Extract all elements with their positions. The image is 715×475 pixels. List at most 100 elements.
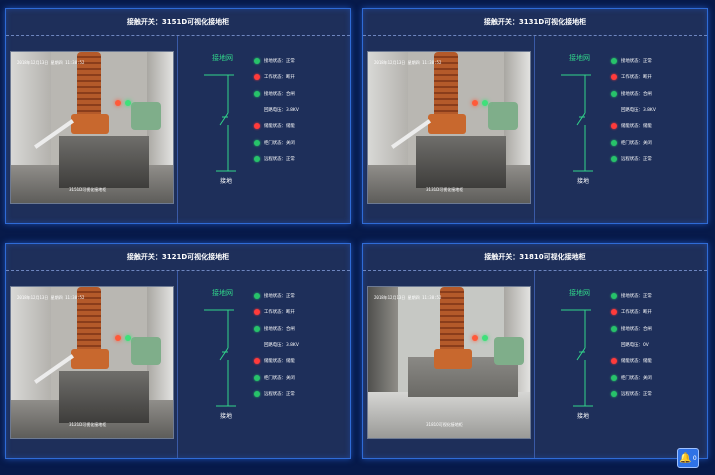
status-item: 回路电压：3.8KV <box>621 108 656 114</box>
camera-feed[interactable]: 2018年12月13日 星期四 11:38:52 31810可视化接地柜 <box>367 286 531 439</box>
status-item: 回路电压：0V <box>621 343 649 349</box>
red-indicator-light <box>472 335 478 341</box>
status-list: 接地状态：正常 工作状态：断开 接地状态：合闸 回路电压：3.8KV 储能状态：… <box>254 288 350 402</box>
status-item: 工作状态：断开 <box>611 304 707 320</box>
bell-icon: 🔔 <box>679 452 692 464</box>
green-dot-icon <box>254 139 260 146</box>
status-item: 远程状态：正常 <box>254 386 350 402</box>
status-item: 柜门状态：关闭 <box>611 369 707 385</box>
camera-caption: 3121D可视化接地柜 <box>69 422 107 427</box>
panel-vertical-divider <box>534 271 535 458</box>
green-indicator-light <box>125 100 131 106</box>
green-dot-icon <box>254 293 260 300</box>
status-item: 储能状态：储能 <box>254 118 350 134</box>
panel-vertical-divider <box>534 36 535 223</box>
status-item: 回路电压：3.8KV <box>264 343 299 349</box>
diagram-top-label: 接地网 <box>212 54 233 62</box>
panel-title: 接触开关：31810可视化接地柜 <box>484 253 586 261</box>
status-item: 接地状态：正常 <box>254 53 350 69</box>
panel-title: 接触开关：3151D可视化接地柜 <box>126 18 230 26</box>
panel-vertical-divider <box>177 36 178 223</box>
green-dot-icon <box>254 155 260 162</box>
green-indicator-light <box>482 335 488 341</box>
camera-timestamp: 2018年12月13日 星期四 11:38:52 <box>17 60 85 65</box>
red-dot-icon <box>611 358 617 365</box>
diagram-bottom-label: 接地 <box>220 178 233 185</box>
grounding-switch-diagram: 接地网 接地 <box>202 53 236 185</box>
status-item: 接地状态：正常 <box>611 288 707 304</box>
red-indicator-light <box>472 100 478 106</box>
status-list: 接地状态：正常 工作状态：断开 接地状态：合闸 回路电压：3.8KV 储能状态：… <box>254 53 350 167</box>
status-item: 远程状态：正常 <box>611 386 707 402</box>
camera-feed[interactable]: 2018年12月13日 星期四 11:38:52 3131D可视化接地柜 <box>367 51 531 204</box>
status-item: 工作状态：断开 <box>254 69 350 85</box>
panel-title: 接触开关：3121D可视化接地柜 <box>126 253 230 261</box>
green-dot-icon <box>611 139 617 146</box>
cabinet-panel-3: 接触开关：3121D可视化接地柜 2018年12月13日 星期四 11:38:5… <box>5 243 351 459</box>
grounding-switch-diagram: 接地网 接地 <box>202 288 236 420</box>
camera-feed[interactable]: 2018年12月13日 星期四 11:38:52 3151D可视化接地柜 <box>10 51 174 204</box>
status-list: 接地状态：正常 工作状态：断开 接地状态：合闸 回路电压：3.8KV 储能状态：… <box>611 53 707 167</box>
status-item: 远程状态：正常 <box>254 151 350 167</box>
camera-timestamp: 2018年12月13日 星期四 11:38:52 <box>17 295 85 300</box>
diagram-top-label: 接地网 <box>569 54 590 62</box>
panel-vertical-divider <box>177 271 178 458</box>
green-dot-icon <box>611 390 617 397</box>
red-dot-icon <box>254 309 260 316</box>
alarm-count: 0 <box>692 454 697 462</box>
status-list: 接地状态：正常 工作状态：断开 接地状态：合闸 回路电压：0V 储能状态：储能 … <box>611 288 707 402</box>
green-dot-icon <box>611 374 617 381</box>
title-divider <box>6 270 350 271</box>
status-item: 接地状态：合闸 <box>611 321 707 337</box>
diagram-bottom-label: 接地 <box>220 413 233 420</box>
diagram-top-label: 接地网 <box>569 289 590 297</box>
status-item: 柜门状态：关闭 <box>611 134 707 150</box>
red-indicator-light <box>115 335 121 341</box>
green-dot-icon <box>254 90 260 97</box>
cabinet-panel-1: 接触开关：3151D可视化接地柜 2018年12月13日 星期四 11:38:5… <box>5 8 351 224</box>
cabinet-panel-2: 接触开关：3131D可视化接地柜 2018年12月13日 星期四 11:38:5… <box>362 8 708 224</box>
red-dot-icon <box>254 123 260 130</box>
camera-timestamp: 2018年12月13日 星期四 11:38:52 <box>374 60 442 65</box>
green-dot-icon <box>611 293 617 300</box>
red-dot-icon <box>611 74 617 81</box>
camera-caption: 31810可视化接地柜 <box>426 422 463 427</box>
panel-title: 接触开关：3131D可视化接地柜 <box>483 18 587 26</box>
camera-feed[interactable]: 2018年12月13日 星期四 11:38:52 3121D可视化接地柜 <box>10 286 174 439</box>
camera-timestamp: 2018年12月13日 星期四 11:38:52 <box>374 295 442 300</box>
cabinet-panel-4: 接触开关：31810可视化接地柜 2018年12月13日 星期四 11:38:5… <box>362 243 708 459</box>
green-dot-icon <box>254 390 260 397</box>
red-dot-icon <box>611 123 617 130</box>
grounding-switch-diagram: 接地网 接地 <box>559 288 593 420</box>
status-item: 接地状态：正常 <box>611 53 707 69</box>
diagram-bottom-label: 接地 <box>577 178 590 185</box>
red-dot-icon <box>611 309 617 316</box>
status-item: 接地状态：合闸 <box>611 86 707 102</box>
status-item: 储能状态：储能 <box>611 118 707 134</box>
status-item: 储能状态：储能 <box>254 353 350 369</box>
green-dot-icon <box>254 58 260 65</box>
diagram-top-label: 接地网 <box>212 289 233 297</box>
green-dot-icon <box>611 58 617 65</box>
title-divider <box>363 35 707 36</box>
green-dot-icon <box>611 325 617 332</box>
status-item: 接地状态：合闸 <box>254 86 350 102</box>
red-indicator-light <box>115 100 121 106</box>
camera-caption: 3131D可视化接地柜 <box>426 187 464 192</box>
grounding-switch-diagram: 接地网 接地 <box>559 53 593 185</box>
green-dot-icon <box>611 155 617 162</box>
title-divider <box>6 35 350 36</box>
green-indicator-light <box>125 335 131 341</box>
green-dot-icon <box>611 90 617 97</box>
status-item: 储能状态：储能 <box>611 353 707 369</box>
camera-caption: 3151D可视化接地柜 <box>69 187 107 192</box>
green-dot-icon <box>254 325 260 332</box>
diagram-bottom-label: 接地 <box>577 413 590 420</box>
title-divider <box>363 270 707 271</box>
status-item: 远程状态：正常 <box>611 151 707 167</box>
status-item: 接地状态：正常 <box>254 288 350 304</box>
red-dot-icon <box>254 358 260 365</box>
red-dot-icon <box>254 74 260 81</box>
alarm-button[interactable]: 🔔 0 <box>677 448 699 468</box>
status-item: 柜门状态：关闭 <box>254 369 350 385</box>
